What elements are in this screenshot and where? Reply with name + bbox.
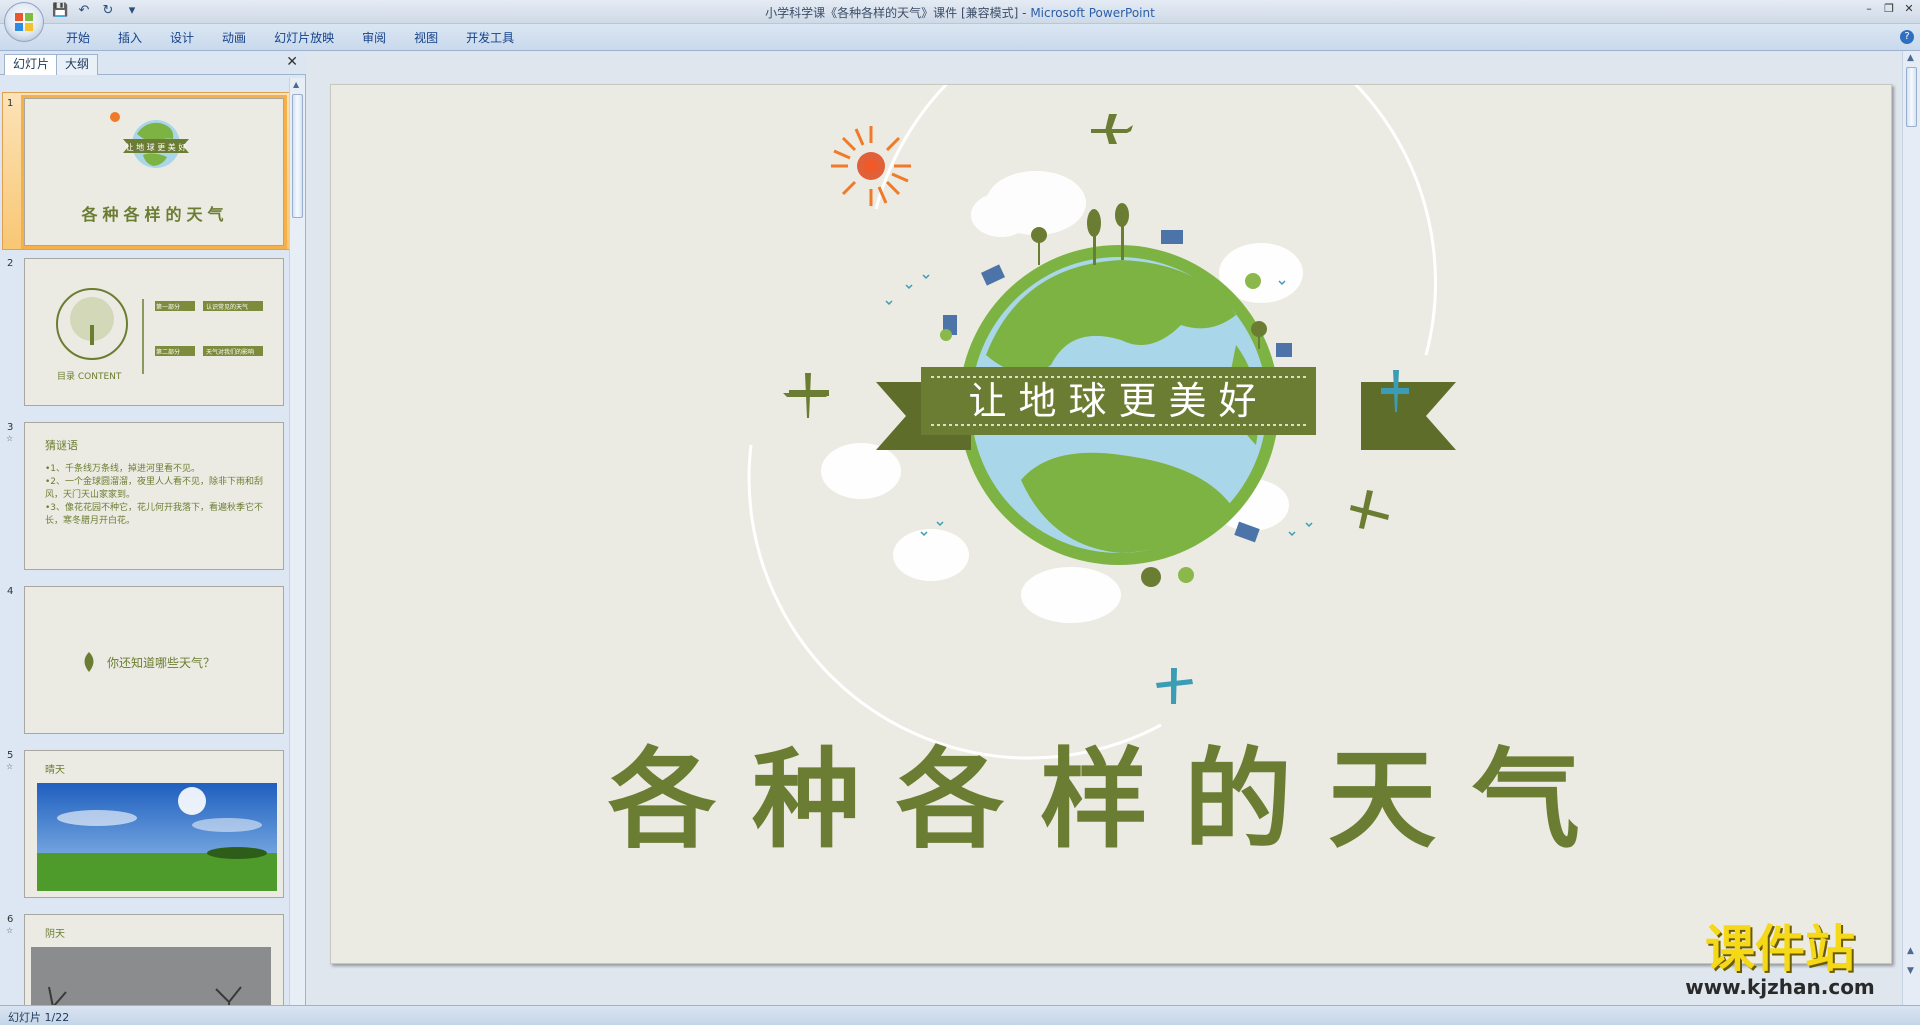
slide-thumbnail-3[interactable]: 猜谜语 •1、千条线万条线，掉进河里看不见。 •2、一个金球圆溜溜，夜里人人看不…	[24, 422, 284, 570]
animation-icon: ☆	[6, 926, 14, 935]
restore-icon[interactable]: ❐	[1882, 2, 1896, 16]
window-title: 小学科学课《各种各样的天气》课件 [兼容模式] - Microsoft Powe…	[0, 4, 1920, 21]
tab-review[interactable]: 审阅	[348, 29, 400, 47]
tab-animations[interactable]: 动画	[208, 29, 260, 47]
thumb5-heading: 晴天	[45, 765, 65, 776]
slide-number: 2	[7, 258, 14, 269]
thumbnail-scrollbar[interactable]: ▲	[289, 78, 305, 1005]
sunny-photo	[37, 783, 277, 891]
thumb2-heading: 目录 CONTENT	[57, 372, 122, 382]
slide-thumbnail-5[interactable]: 晴天	[24, 750, 284, 898]
thumb4-text: 你还知道哪些天气？	[107, 656, 216, 670]
scroll-up-icon[interactable]: ▲	[293, 80, 299, 89]
slide-number: 6	[7, 914, 14, 925]
pane-tabs: 幻灯片 大纲 ✕	[0, 51, 306, 75]
window-controls: – ❐ ✕	[1862, 2, 1916, 16]
slide-number: 1	[7, 98, 14, 109]
thumb6-heading: 阴天	[45, 929, 65, 940]
thumb2-tree-illustration	[56, 288, 263, 374]
slide-number: 5	[7, 750, 14, 761]
watermark-url: www.kjzhan.com	[1685, 975, 1875, 999]
scroll-up-icon[interactable]: ▲	[1907, 53, 1914, 63]
thumb3-heading: 猜谜语	[45, 439, 78, 452]
app-name: Microsoft PowerPoint	[1030, 6, 1155, 20]
slide-title[interactable]: 各种各样的天气	[331, 713, 1891, 869]
airplane-icon	[1156, 668, 1193, 704]
thumb2-item-4: 天气对我们的影响	[206, 349, 255, 356]
thumb3-body: •1、千条线万条线，掉进河里看不见。 •2、一个金球圆溜溜，夜里人人看不见，除非…	[45, 463, 270, 528]
tab-home[interactable]: 开始	[52, 29, 104, 47]
thumb2-item-1: 第一部分	[156, 304, 181, 311]
office-button[interactable]	[4, 2, 44, 42]
thumb3-line: •2、一个金球圆溜溜，夜里人人看不见，除非下雨和刮风，天门天山家家到。	[45, 477, 264, 500]
airplane-icon	[1091, 114, 1133, 144]
thumb2-item-2: 认识常见的天气	[206, 304, 249, 311]
scrollbar-thumb[interactable]	[292, 94, 303, 218]
current-slide[interactable]: 让地球更美好 各种各样的天气	[330, 84, 1892, 964]
title-bar: 💾 ↶ ↻ ▾ 小学科学课《各种各样的天气》课件 [兼容模式] - Micros…	[0, 0, 1920, 24]
tab-insert[interactable]: 插入	[104, 29, 156, 47]
ribbon: 开始 插入 设计 动画 幻灯片放映 审阅 视图 开发工具 ?	[0, 24, 1920, 51]
pane-close-icon[interactable]: ✕	[286, 54, 298, 70]
next-slide-icon[interactable]: ▼	[1907, 966, 1914, 976]
tab-view[interactable]: 视图	[400, 29, 452, 47]
help-icon[interactable]: ?	[1900, 30, 1914, 44]
slide-thumbnail-1[interactable]: 让 地 球 更 美 好 各种各样的天气	[21, 95, 287, 249]
tab-slides[interactable]: 幻灯片	[4, 54, 59, 75]
slides-pane: 幻灯片 大纲 ✕ 1 让 地 球 更 美 好 各种各样的天气 2 第一部分 认识…	[0, 51, 306, 1005]
slide-number: 4	[7, 586, 14, 597]
cloudy-photo	[31, 947, 271, 1005]
tab-design[interactable]: 设计	[156, 29, 208, 47]
thumb3-line: •3、像花花园不种它，花儿何开我落下，看遍秋季它不长，寒冬腊月开白花。	[45, 503, 264, 526]
ribbon-tabs: 开始 插入 设计 动画 幻灯片放映 审阅 视图 开发工具	[52, 29, 528, 47]
slide-number: 3	[7, 422, 14, 433]
tab-slideshow[interactable]: 幻灯片放映	[260, 29, 348, 47]
slide-thumbnail-4[interactable]: 你还知道哪些天气？	[24, 586, 284, 734]
thumb2-item-3: 第二部分	[156, 349, 181, 356]
animation-icon: ☆	[6, 762, 14, 771]
office-logo-icon	[15, 13, 33, 31]
close-icon[interactable]: ✕	[1902, 2, 1916, 16]
slide-thumbnail-2[interactable]: 第一部分 认识常见的天气 第二部分 天气对我们的影响 目录 CONTENT	[24, 258, 284, 406]
animation-icon: ☆	[6, 434, 14, 443]
svg-text:让 地 球 更 美 好: 让 地 球 更 美 好	[126, 142, 187, 152]
slide-thumbnail-6[interactable]: 阴天	[24, 914, 284, 1005]
thumb1-title: 各种各样的天气	[81, 205, 229, 224]
slide-banner-text[interactable]: 让地球更美好	[921, 370, 1316, 432]
status-bar: 幻灯片 1/22	[0, 1005, 1920, 1025]
document-title: 小学科学课《各种各样的天气》课件 [兼容模式] -	[765, 6, 1031, 20]
airplane-icon	[1350, 490, 1389, 529]
sun-icon	[831, 126, 911, 206]
slide-thumbnail-list: 1 让 地 球 更 美 好 各种各样的天气 2 第一部分 认识常见的天气 第二部…	[0, 78, 290, 1005]
watermark-brand: 课件站	[1705, 920, 1855, 978]
minimize-icon[interactable]: –	[1862, 2, 1876, 16]
scrollbar-thumb[interactable]	[1906, 67, 1917, 127]
thumb3-line: •1、千条线万条线，掉进河里看不见。	[45, 464, 201, 474]
watermark-logo: 课件站 www.kjzhan.com	[1660, 921, 1900, 1001]
slide-counter: 幻灯片 1/22	[8, 1011, 70, 1024]
tab-developer[interactable]: 开发工具	[452, 29, 528, 47]
slide-vertical-scrollbar[interactable]: ▲ ▲ ▼	[1902, 51, 1920, 1005]
airplane-icon	[783, 373, 829, 418]
leaf-icon	[84, 652, 94, 672]
tab-outline[interactable]: 大纲	[56, 54, 99, 75]
previous-slide-icon[interactable]: ▲	[1907, 946, 1914, 956]
